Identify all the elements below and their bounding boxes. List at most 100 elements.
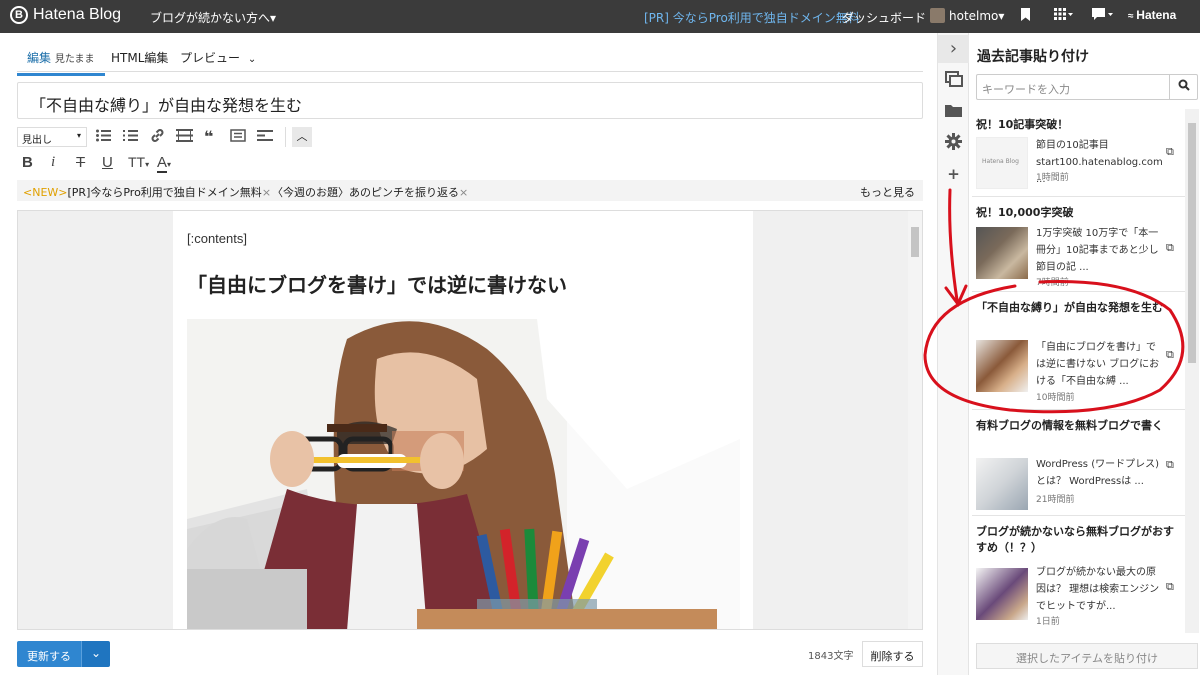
text-color-button[interactable]: A▾: [157, 154, 172, 173]
list-item[interactable]: ブログが続かないなら無料ブログがおすすめ（！？） ブログが続かない最大の原因は？…: [972, 516, 1185, 633]
collapse-sidebar-button[interactable]: ›: [938, 35, 969, 63]
bullet-list-icon[interactable]: [96, 129, 111, 146]
news-bar: <NEW>[PR]今ならPro利用で独自ドメイン無料× 〈今週のお題〉あのピンチ…: [17, 180, 923, 201]
bold-button[interactable]: B: [22, 154, 33, 171]
article-excerpt: ブログが続かない最大の原因は？ 理想は検索エンジンでヒットですが...: [1036, 567, 1160, 612]
folder-icon[interactable]: [938, 103, 969, 121]
list-item[interactable]: 有料ブログの情報を無料ブログで書く WordPress (ワードプレス) とは？…: [972, 410, 1185, 516]
chevron-down-icon: ⌄: [247, 54, 257, 65]
hatena-link[interactable]: ≈ Hatena: [1128, 8, 1176, 22]
paste-selected-button[interactable]: 選択したアイテムを貼り付け: [976, 643, 1198, 669]
editor-canvas[interactable]: [:contents] 「自由にブログを書け」では逆に書けない: [17, 210, 923, 630]
pr-link[interactable]: [PR] 今ならPro利用で独自ドメイン無料: [644, 9, 860, 26]
tab-edit-label: 編集: [27, 51, 52, 65]
tab-preview[interactable]: プレビュー ⌄: [180, 49, 256, 66]
article-thumbnail: Hatena Blog: [976, 137, 1028, 189]
news-item-pr[interactable]: <NEW>[PR]今ならPro利用で独自ドメイン無料×: [23, 184, 271, 200]
hatena-blog-editor: B Hatena Blog ブログが続かない方へ▾ [PR] 今ならPro利用で…: [0, 0, 1200, 675]
heading-select[interactable]: 見出し ▾: [17, 127, 87, 147]
more-icon[interactable]: [257, 129, 273, 146]
article-photo: [187, 319, 740, 629]
avatar: [930, 8, 945, 23]
article-time: 1時間前: [1036, 173, 1069, 183]
external-link-icon[interactable]: ⧉: [1166, 145, 1174, 159]
grid-icon[interactable]: [1054, 8, 1074, 25]
gear-icon[interactable]: [938, 133, 969, 154]
editor-page[interactable]: [:contents] 「自由にブログを書け」では逆に書けない: [173, 211, 753, 629]
article-time: 21時間前: [1036, 495, 1075, 505]
link-icon[interactable]: [150, 128, 165, 147]
contents-tag: [:contents]: [187, 231, 247, 246]
article-time: 10時間前: [1036, 393, 1075, 403]
article-title: 祝！10記事突破！: [976, 118, 1069, 131]
list-item[interactable]: 「不自由な縛り」が自由な発想を生む 「自由にブログを書け」では逆に書けない ブロ…: [972, 292, 1185, 410]
article-excerpt: 「自由にブログを書け」では逆に書けない ブログにおける「不自由な縛 ...: [1036, 342, 1160, 387]
new-tag: <NEW>: [23, 186, 68, 199]
external-link-icon[interactable]: ⧉: [1166, 348, 1174, 362]
close-icon[interactable]: ×: [262, 186, 271, 199]
search-input[interactable]: キーワードを入力: [976, 74, 1198, 100]
chat-icon[interactable]: [1092, 8, 1114, 25]
italic-button[interactable]: i: [51, 154, 55, 171]
global-header: B Hatena Blog ブログが続かない方へ▾ [PR] 今ならPro利用で…: [0, 0, 1200, 33]
close-icon[interactable]: ×: [459, 186, 468, 199]
tab-edit-sublabel: 見たまま: [54, 54, 95, 65]
title-input[interactable]: 「不自由な縛り」が自由な発想を生む: [17, 82, 923, 119]
list-scrollbar[interactable]: [1185, 109, 1199, 633]
search-button[interactable]: [1169, 75, 1197, 99]
user-menu[interactable]: hotelmo▾: [930, 8, 1004, 23]
editor-scrollbar[interactable]: [908, 211, 922, 629]
search-placeholder: キーワードを入力: [982, 83, 1070, 96]
tab-edit[interactable]: 編集 見たまま: [17, 49, 105, 76]
article-time: 1日前: [1036, 617, 1060, 627]
list-item[interactable]: 祝！10記事突破！ Hatena Blog 節目の10記事目 start100.…: [972, 109, 1185, 197]
toolbar-divider: [285, 127, 286, 147]
list-scrollbar-thumb[interactable]: [1188, 123, 1196, 363]
photo-library-icon[interactable]: [938, 71, 969, 91]
article-title: 有料ブログの情報を無料ブログで書く: [976, 419, 1163, 432]
toolbar-collapse-button[interactable]: ︿: [292, 127, 312, 147]
external-link-icon[interactable]: ⧉: [1166, 458, 1174, 472]
table-icon[interactable]: [176, 129, 193, 146]
text-color-dropdown-icon: ▾: [167, 160, 172, 169]
select-arrow-icon: ▾: [76, 131, 81, 140]
font-size-button[interactable]: TT▾: [128, 154, 149, 170]
number-list-icon[interactable]: [123, 129, 138, 146]
strikethrough-button[interactable]: T: [76, 154, 85, 171]
article-title: ブログが続かないなら無料ブログがおすすめ（！？）: [976, 525, 1174, 554]
editor-scrollbar-thumb[interactable]: [911, 227, 919, 257]
article-thumbnail: [976, 458, 1028, 510]
external-link-icon[interactable]: ⧉: [1166, 580, 1174, 594]
editor-pane: 編集 見たまま HTML編集 プレビュー ⌄ 「不自由な縛り」が自由な発想を生む…: [0, 33, 937, 675]
chevron-right-icon: ›: [949, 38, 958, 59]
panel-title: 過去記事貼り付け: [977, 49, 1089, 65]
sidebar-icon-strip: › +: [937, 33, 969, 675]
username: hotelmo▾: [949, 8, 1005, 23]
editor-tabs: 編集 見たまま HTML編集 プレビュー ⌄: [17, 41, 923, 76]
search-icon: [1178, 79, 1190, 91]
news-item-theme-text: 〈今週のお題〉あのピンチを振り返る: [272, 186, 459, 199]
delete-button[interactable]: 削除する: [862, 641, 923, 667]
plus-icon[interactable]: +: [938, 165, 969, 183]
external-link-icon[interactable]: ⧉: [1166, 241, 1174, 255]
quote-icon[interactable]: ❝: [204, 127, 213, 146]
article-thumbnail: [976, 340, 1028, 392]
image-list-icon[interactable]: [230, 129, 246, 146]
article-thumbnail: [976, 568, 1028, 620]
blog-selector[interactable]: ブログが続かない方へ▾: [150, 9, 276, 26]
chevron-up-icon: ︿: [296, 130, 308, 143]
char-count: 1843文字: [808, 651, 854, 662]
news-item-theme[interactable]: 〈今週のお題〉あのピンチを振り返る×: [272, 184, 468, 200]
list-item[interactable]: 祝！10,000字突破 1万字突破 10万字で「本一冊分」10記事まであと少し …: [972, 197, 1185, 292]
underline-button[interactable]: U: [102, 154, 113, 171]
hatena-blog-logo-icon: B: [10, 6, 28, 24]
update-dropdown-button[interactable]: ⌄: [81, 641, 110, 667]
article-excerpt: WordPress (ワードプレス) とは？ WordPressは ...: [1036, 459, 1160, 487]
font-size-dropdown-icon: ▾: [145, 160, 150, 169]
update-button[interactable]: 更新する: [17, 641, 81, 667]
tab-html[interactable]: HTML編集: [111, 49, 168, 66]
dashboard-link[interactable]: ダッシュボード: [842, 9, 926, 26]
hatena-blog-logo[interactable]: B Hatena Blog: [10, 6, 121, 24]
more-link[interactable]: もっと見る: [860, 184, 915, 200]
bookmark-icon[interactable]: [1020, 8, 1031, 25]
